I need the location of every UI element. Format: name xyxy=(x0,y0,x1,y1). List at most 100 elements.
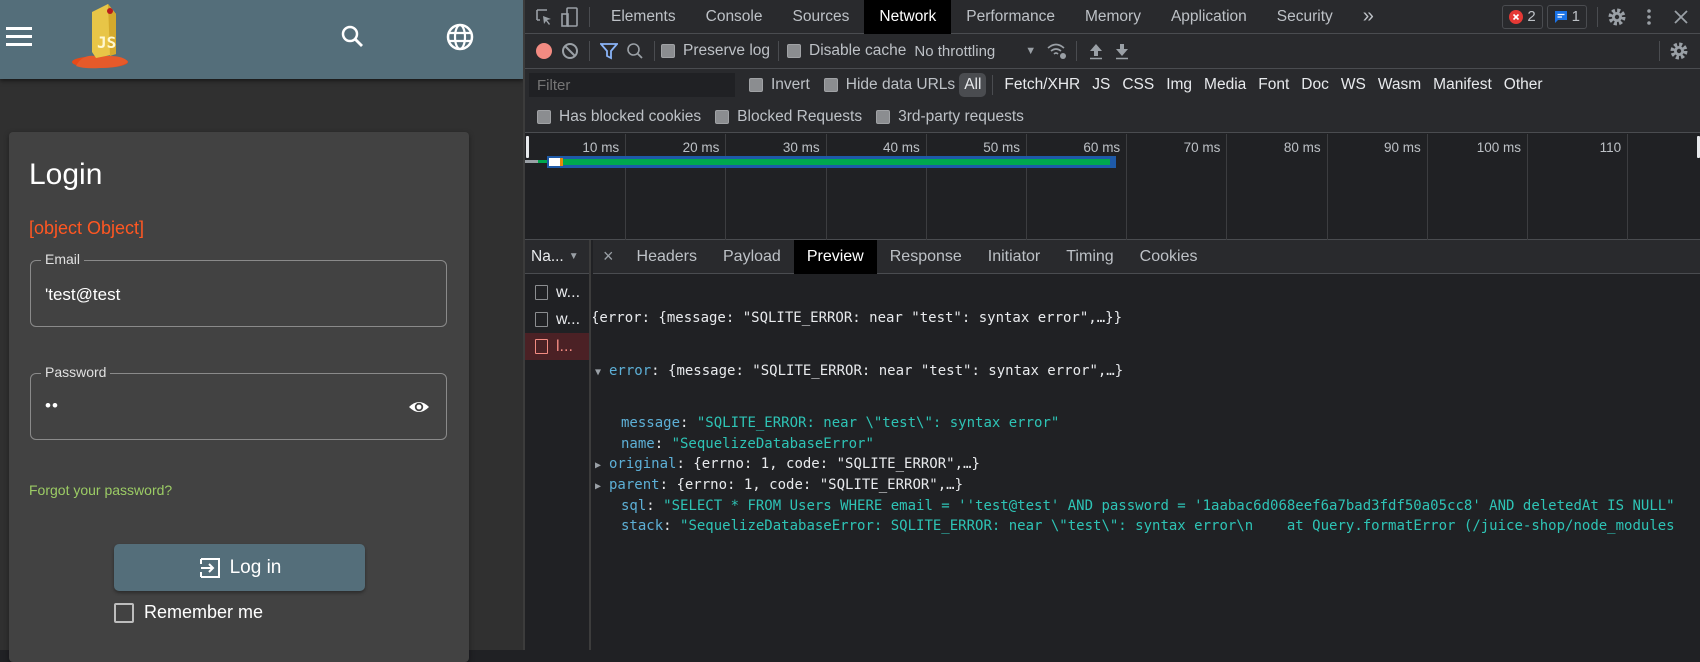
remember-me-checkbox[interactable] xyxy=(114,602,134,623)
request-name: w... xyxy=(556,283,581,301)
expand-triangle-right-icon[interactable]: ▶ xyxy=(595,477,609,498)
detail-tab-timing[interactable]: Timing xyxy=(1053,240,1126,274)
name-column-header[interactable]: Na... ▼ xyxy=(525,240,589,274)
remember-me-label: Remember me xyxy=(144,602,264,622)
detail-tab-cookies[interactable]: Cookies xyxy=(1127,240,1211,274)
detail-tab-headers[interactable]: Headers xyxy=(624,240,710,274)
inspect-element-icon[interactable] xyxy=(531,4,557,30)
close-detail-icon[interactable]: × xyxy=(593,240,624,274)
settings-gear-icon[interactable] xyxy=(1604,4,1630,30)
preview-error-node[interactable]: ▼ error: {message: "SQLITE_ERROR: near "t… xyxy=(593,361,1700,382)
email-field[interactable]: Email xyxy=(30,251,447,327)
filter-type-other[interactable]: Other xyxy=(1499,73,1548,97)
expand-triangle-down-icon[interactable]: ▼ xyxy=(595,363,609,384)
filter-type-img[interactable]: Img xyxy=(1161,73,1197,97)
filter-icon[interactable] xyxy=(596,38,622,64)
network-settings-gear-icon[interactable] xyxy=(1666,38,1692,64)
overview-tick-label: 60 ms xyxy=(1083,140,1121,155)
detail-tab-response[interactable]: Response xyxy=(877,240,975,274)
request-row[interactable]: w... xyxy=(525,279,589,306)
filter-type-wasm[interactable]: Wasm xyxy=(1373,73,1426,97)
property-key: message xyxy=(621,415,681,432)
more-options-icon[interactable] xyxy=(1636,4,1662,30)
filter-type-manifest[interactable]: Manifest xyxy=(1428,73,1497,97)
third-party-requests-checkbox[interactable]: 3rd-party requests xyxy=(876,108,1024,126)
eye-icon[interactable] xyxy=(408,398,430,416)
message-count-badge[interactable]: 1 xyxy=(1546,4,1587,29)
globe-icon[interactable] xyxy=(443,20,477,54)
detail-tab-initiator[interactable]: Initiator xyxy=(975,240,1053,274)
error-count-badge[interactable]: 2 xyxy=(1502,4,1543,29)
close-devtools-icon[interactable] xyxy=(1668,4,1694,30)
tab-application[interactable]: Application xyxy=(1156,0,1262,34)
hamburger-menu-icon[interactable] xyxy=(6,27,32,47)
tab-elements[interactable]: Elements xyxy=(596,0,691,34)
network-overview-timeline[interactable]: 10 ms 20 ms 30 ms 40 ms 50 ms 60 ms 70 ms 80 ms… xyxy=(525,134,1700,240)
overview-tick-label: 70 ms xyxy=(1183,140,1221,155)
juice-shop-logo[interactable]: JS xyxy=(70,2,135,70)
svg-text:JS: JS xyxy=(97,33,116,52)
request-row[interactable]: w... xyxy=(525,306,589,333)
tab-memory[interactable]: Memory xyxy=(1070,0,1156,34)
import-har-icon[interactable] xyxy=(1083,38,1109,64)
filter-type-fetch-xhr[interactable]: Fetch/XHR xyxy=(999,73,1085,97)
tab-sources[interactable]: Sources xyxy=(778,0,865,34)
divider xyxy=(589,6,590,27)
record-icon[interactable] xyxy=(531,38,557,64)
preview-property-name[interactable]: name: "SequelizeDatabaseError" xyxy=(593,434,1700,455)
search-icon[interactable] xyxy=(622,38,648,64)
filter-type-js[interactable]: JS xyxy=(1087,73,1115,97)
tab-performance[interactable]: Performance xyxy=(951,0,1070,34)
preview-property-parent[interactable]: ▶ parent: {errno: 1, code: "SQLITE_ERROR"… xyxy=(593,475,1700,496)
property-key: original xyxy=(609,456,677,473)
detail-tab-payload[interactable]: Payload xyxy=(710,240,794,274)
preview-property-stack[interactable]: stack: "SequelizeDatabaseError: SQLITE_E… xyxy=(593,516,1700,537)
request-icon xyxy=(535,339,548,354)
request-lead-line xyxy=(525,160,548,163)
export-har-icon[interactable] xyxy=(1109,38,1135,64)
filter-type-css[interactable]: CSS xyxy=(1117,73,1159,97)
hide-data-urls-checkbox[interactable]: Hide data URLs xyxy=(823,76,955,94)
preview-property-sql[interactable]: sql: "SELECT * FROM Users WHERE email = … xyxy=(593,496,1700,517)
filter-input[interactable] xyxy=(529,73,735,97)
network-conditions-icon[interactable] xyxy=(1044,38,1070,64)
divider xyxy=(1076,41,1078,61)
preview-property-original[interactable]: ▶ original: {errno: 1, code: "SQLITE_ERRO… xyxy=(593,454,1700,475)
preserve-log-checkbox[interactable]: Preserve log xyxy=(661,42,770,60)
email-input[interactable] xyxy=(45,285,375,305)
overview-gridline xyxy=(625,134,627,240)
more-tabs-button[interactable]: » xyxy=(1348,0,1389,34)
preview-summary[interactable]: {error: {message: "SQLITE_ERROR: near "t… xyxy=(593,308,1700,329)
forgot-password-link[interactable]: Forgot your password? xyxy=(29,482,172,498)
request-timing-bar[interactable] xyxy=(547,156,1117,168)
property-value: "SequelizeDatabaseError" xyxy=(671,435,874,452)
throttling-select[interactable]: No throttling ▼ xyxy=(914,43,1036,60)
tab-network[interactable]: Network xyxy=(864,0,952,34)
filter-type-doc[interactable]: Doc xyxy=(1296,73,1334,97)
filter-type-ws[interactable]: WS xyxy=(1336,73,1371,97)
filter-type-media[interactable]: Media xyxy=(1199,73,1251,97)
invert-checkbox[interactable]: Invert xyxy=(749,76,810,94)
request-row[interactable]: l... xyxy=(525,333,589,360)
overview-tick-label: 110 xyxy=(1599,140,1622,155)
clear-icon[interactable] xyxy=(557,38,583,64)
filter-type-font[interactable]: Font xyxy=(1253,73,1294,97)
expand-triangle-right-icon[interactable]: ▶ xyxy=(595,456,609,477)
tab-console[interactable]: Console xyxy=(691,0,778,34)
detail-tab-preview[interactable]: Preview xyxy=(793,239,877,274)
search-icon[interactable] xyxy=(336,20,370,54)
password-input[interactable]: •• xyxy=(45,396,375,416)
blocked-requests-checkbox[interactable]: Blocked Requests xyxy=(715,108,862,126)
disable-cache-checkbox[interactable]: Disable cache xyxy=(787,42,906,60)
device-toolbar-icon[interactable] xyxy=(557,4,583,30)
filter-type-all[interactable]: All xyxy=(959,73,987,97)
overview-left-handle[interactable] xyxy=(526,136,529,158)
login-button[interactable]: Log in xyxy=(114,544,365,591)
colon: : xyxy=(646,497,664,514)
has-blocked-cookies-checkbox[interactable]: Has blocked cookies xyxy=(537,108,701,126)
preview-property-message[interactable]: message: "SQLITE_ERROR: near \"test\": s… xyxy=(593,413,1700,434)
colon: : xyxy=(663,518,681,535)
colon: : xyxy=(654,435,672,452)
tab-security[interactable]: Security xyxy=(1262,0,1348,34)
password-field[interactable]: Password •• xyxy=(30,364,447,440)
